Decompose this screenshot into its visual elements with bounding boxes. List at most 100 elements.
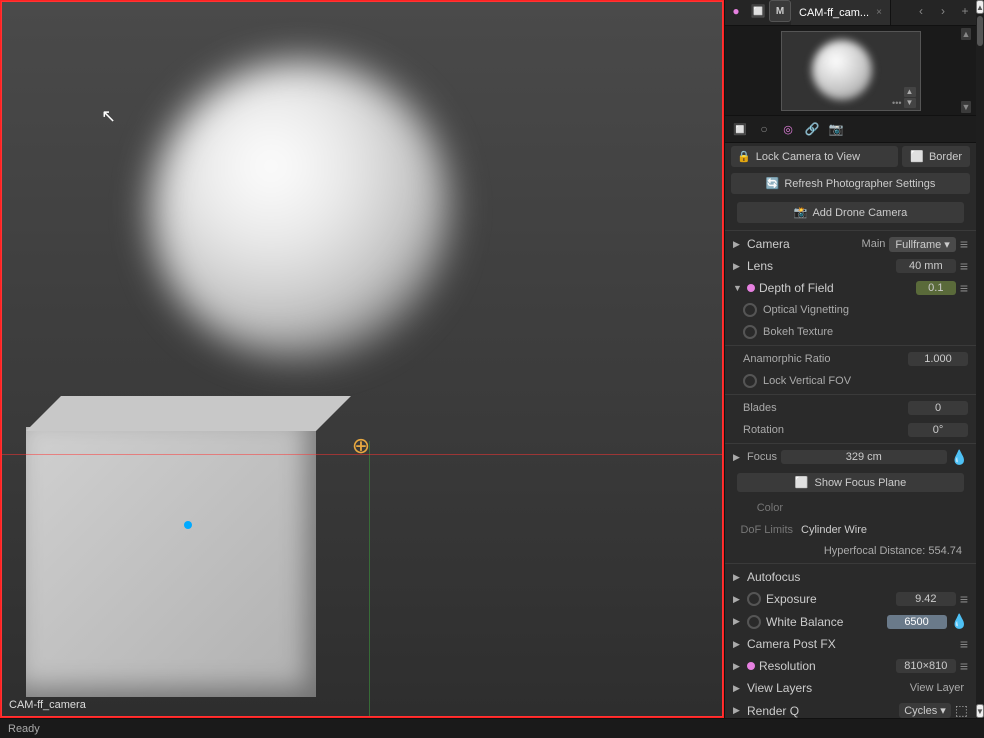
optical-vignetting-row[interactable]: Optical Vignetting (725, 299, 976, 321)
preview-scroll-up[interactable]: ▲ (961, 28, 971, 40)
scene-origin-dot (184, 521, 192, 529)
show-focus-plane-label: Show Focus Plane (814, 477, 906, 489)
resolution-value-btn[interactable]: 810×810 (896, 659, 956, 673)
blades-value[interactable]: 0 (908, 401, 968, 415)
lock-vertical-fov-row[interactable]: Lock Vertical FOV (725, 370, 976, 392)
color-swatch[interactable] (791, 500, 968, 516)
prop-icon-constraint[interactable]: 🔗 (801, 118, 823, 140)
lock-camera-icon: 🔒 (737, 150, 751, 163)
panel-tab-active[interactable]: CAM-ff_cam... × (791, 0, 891, 25)
lock-camera-button[interactable]: 🔒 Lock Camera to View (731, 146, 898, 167)
preview-nav: ▲ ▼ (904, 87, 916, 108)
refresh-label: Refresh Photographer Settings (784, 178, 935, 190)
render-q-section[interactable]: ▶ Render Q Cycles ▾ ⬚ (725, 699, 976, 718)
view-layers-section[interactable]: ▶ View Layers View Layer (725, 677, 976, 699)
exposure-toggle[interactable] (747, 592, 761, 606)
camera-post-fx-section[interactable]: ▶ Camera Post FX ≡ (725, 633, 976, 655)
lock-camera-row: 🔒 Lock Camera to View ⬜ Border (725, 143, 976, 170)
post-fx-menu[interactable]: ≡ (960, 636, 968, 652)
preview-nav-down[interactable]: ▼ (904, 98, 916, 108)
main-layout: ✕ ⊕ ↖ CAM-ff_camera ● 🔲 M (0, 0, 984, 718)
bokeh-texture-row[interactable]: Bokeh Texture (725, 321, 976, 343)
view-layers-label: View Layers (747, 681, 910, 695)
focus-row: ▶ Focus 329 cm 💧 (725, 446, 976, 468)
exposure-menu[interactable]: ≡ (960, 591, 968, 607)
refresh-photographer-row: 🔄 Refresh Photographer Settings (725, 170, 976, 197)
viewport-camera-label: CAM-ff_camera (9, 699, 86, 711)
lens-menu[interactable]: ≡ (960, 258, 968, 274)
panel-nav-forward[interactable]: › (932, 0, 954, 22)
camera-type-label: Fullframe (895, 239, 941, 251)
camera-type-btn[interactable]: Fullframe ▾ (889, 237, 955, 252)
scrollbar-thumb[interactable] (977, 16, 983, 46)
render-q-action[interactable]: ⬚ (955, 702, 968, 718)
prop-icon-scene[interactable]: 🔲 (729, 118, 751, 140)
camera-preset: Main (862, 238, 886, 250)
resolution-section[interactable]: ▶ Resolution 810×810 ≡ (725, 655, 976, 677)
render-q-dropdown[interactable]: Cycles ▾ (899, 703, 951, 718)
lens-section[interactable]: ▶ Lens 40 mm ≡ (725, 255, 976, 277)
right-panel-outer: ● 🔲 M CAM-ff_cam... × ‹ › + (724, 0, 984, 718)
preview-nav-up[interactable]: ▲ (904, 87, 916, 97)
view-layer-value: View Layer (910, 682, 964, 694)
camera-section[interactable]: ▶ Camera Main Fullframe ▾ ≡ (725, 233, 976, 255)
panel-icon-m[interactable]: M (769, 0, 791, 22)
wb-value-btn[interactable]: 6500 (887, 615, 947, 629)
panel-icon-camera[interactable]: ● (725, 0, 747, 22)
prop-icon-world[interactable]: ○ (753, 118, 775, 140)
right-panel: ● 🔲 M CAM-ff_cam... × ‹ › + (724, 0, 976, 718)
exposure-section[interactable]: ▶ Exposure 9.42 ≡ (725, 588, 976, 610)
border-button[interactable]: ⬜ Border (902, 146, 970, 167)
show-focus-plane-button[interactable]: ⬜ Show Focus Plane (737, 473, 964, 492)
dof-menu[interactable]: ≡ (960, 280, 968, 296)
dof-limits-row: DoF Limits Cylinder Wire (725, 519, 976, 541)
panel-tab-close-btn[interactable]: × (876, 7, 882, 18)
focus-value-btn[interactable]: 329 cm (781, 450, 947, 464)
sep-4 (725, 443, 976, 444)
anamorphic-ratio-value[interactable]: 1.000 (908, 352, 968, 366)
rotation-value[interactable]: 0° (908, 423, 968, 437)
panel-preview: ▲ ▼ ••• ▲ ▼ (725, 26, 976, 116)
refresh-photographer-button[interactable]: 🔄 Refresh Photographer Settings (731, 173, 970, 194)
scene-vertical-line (369, 441, 370, 717)
wb-toggle[interactable] (747, 615, 761, 629)
scene-cube-top (26, 396, 351, 431)
focus-eyedropper[interactable]: 💧 (951, 449, 968, 466)
white-balance-section[interactable]: ▶ White Balance 6500 💧 (725, 610, 976, 633)
autofocus-section[interactable]: ▶ Autofocus (725, 566, 976, 588)
render-q-arrow: ▶ (733, 705, 743, 716)
dof-value-btn[interactable]: 0.1 (916, 281, 956, 295)
bokeh-texture-toggle[interactable] (743, 325, 757, 339)
dof-label: Depth of Field (759, 281, 916, 295)
preview-scroll-down[interactable]: ▼ (961, 101, 971, 113)
prop-icon-object[interactable]: ◎ (777, 118, 799, 140)
lens-value-btn[interactable]: 40 mm (896, 259, 956, 273)
optical-vignetting-toggle[interactable] (743, 303, 757, 317)
resolution-menu[interactable]: ≡ (960, 658, 968, 674)
panel-tab-add[interactable]: + (954, 0, 976, 22)
scrollbar-down-btn[interactable]: ▼ (976, 704, 984, 718)
viewport[interactable]: ✕ ⊕ ↖ CAM-ff_camera (0, 0, 724, 718)
wb-eyedropper[interactable]: 💧 (951, 613, 968, 630)
add-drone-label: Add Drone Camera (812, 207, 907, 219)
scrollbar-up-btn[interactable]: ▲ (976, 0, 984, 14)
lock-vertical-fov-toggle[interactable] (743, 374, 757, 388)
panel-scroll-area[interactable]: 🔒 Lock Camera to View ⬜ Border 🔄 Refresh… (725, 143, 976, 718)
lock-vertical-fov-label: Lock Vertical FOV (763, 375, 968, 387)
prop-icon-data[interactable]: 📷 (825, 118, 847, 140)
camera-menu[interactable]: ≡ (960, 236, 968, 252)
exposure-value-btn[interactable]: 9.42 (896, 592, 956, 606)
autofocus-arrow: ▶ (733, 572, 743, 583)
exposure-arrow: ▶ (733, 594, 743, 605)
status-bar: Ready (0, 718, 984, 738)
dof-row[interactable]: ▼ Depth of Field 0.1 ≡ (725, 277, 976, 299)
dof-active-dot[interactable] (747, 284, 755, 292)
render-q-value: Cycles (904, 705, 937, 717)
blades-row: Blades 0 (725, 397, 976, 419)
add-drone-button[interactable]: 📸 Add Drone Camera (737, 202, 964, 223)
panel-nav-back[interactable]: ‹ (910, 0, 932, 22)
rotation-row: Rotation 0° (725, 419, 976, 441)
panel-icon-render[interactable]: 🔲 (747, 0, 769, 22)
wb-arrow: ▶ (733, 616, 743, 627)
panel-tab-bar: ● 🔲 M CAM-ff_cam... × ‹ › + (725, 0, 976, 26)
